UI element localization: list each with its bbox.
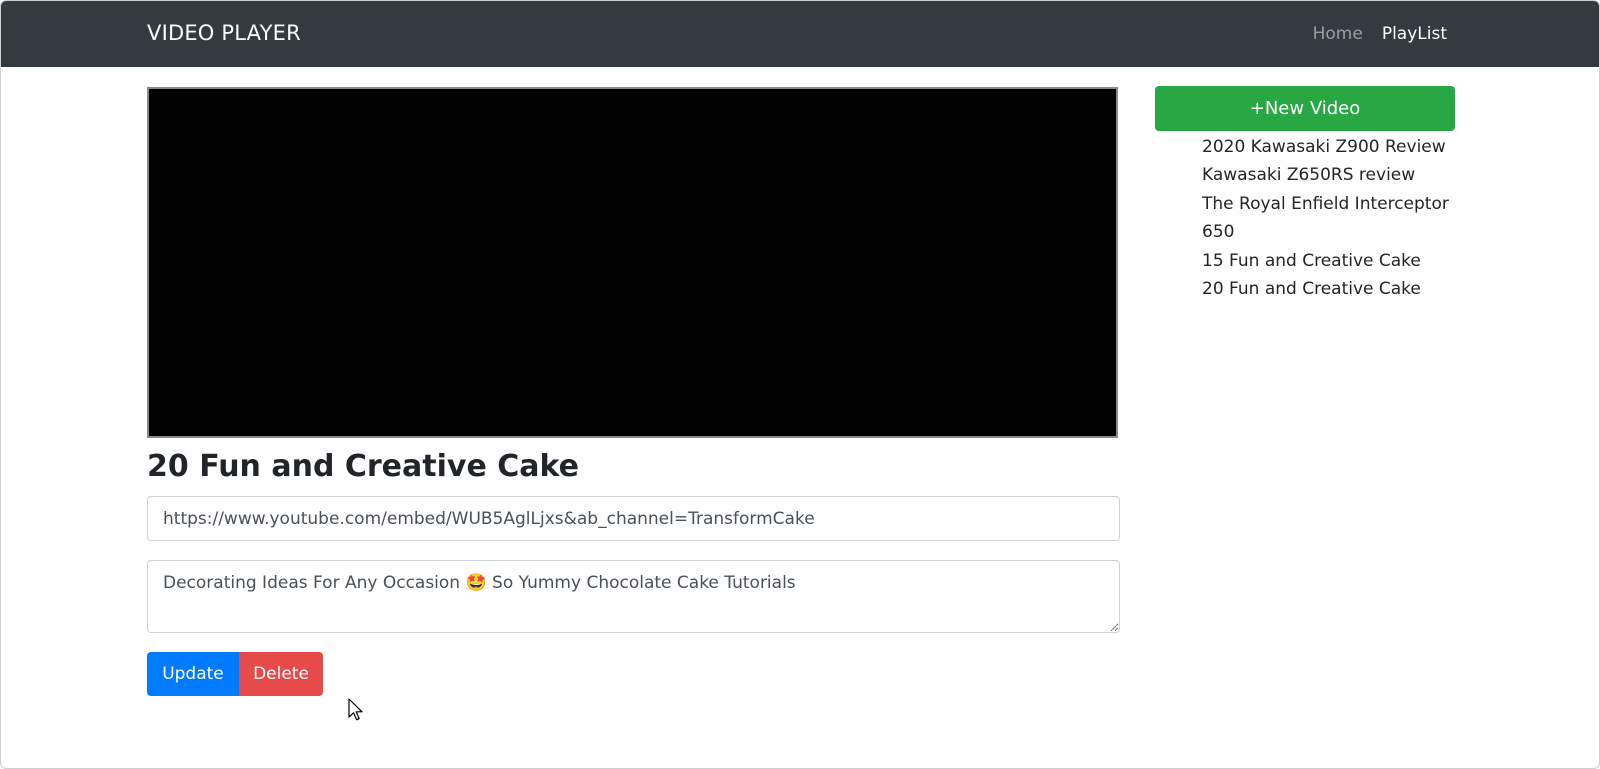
video-url-input[interactable] <box>147 496 1120 541</box>
delete-button[interactable]: Delete <box>239 652 323 696</box>
video-player[interactable] <box>147 87 1118 438</box>
playlist-item[interactable]: The Royal Enfield Interceptor 650 <box>1202 190 1462 247</box>
top-navbar: VIDEO PLAYER Home PlayList <box>1 1 1599 67</box>
nav-link-home[interactable]: Home <box>1313 24 1363 44</box>
playlist-list: 2020 Kawasaki Z900 Review Kawasaki Z650R… <box>1202 133 1462 303</box>
playlist-item[interactable]: 2020 Kawasaki Z900 Review <box>1202 133 1462 161</box>
app-window: VIDEO PLAYER Home PlayList 20 Fun and Cr… <box>0 0 1600 769</box>
playlist-item[interactable]: 15 Fun and Creative Cake <box>1202 247 1462 275</box>
video-title: 20 Fun and Creative Cake <box>147 449 579 484</box>
video-description-textarea[interactable]: Decorating Ideas For Any Occasion 🤩 So Y… <box>147 560 1120 633</box>
mouse-pointer-icon <box>348 698 363 721</box>
nav-link-playlist[interactable]: PlayList <box>1382 24 1447 44</box>
playlist-item[interactable]: 20 Fun and Creative Cake <box>1202 275 1462 303</box>
nav-links: Home PlayList <box>1313 24 1447 44</box>
brand-title[interactable]: VIDEO PLAYER <box>147 21 301 45</box>
update-button[interactable]: Update <box>147 652 239 696</box>
playlist-item[interactable]: Kawasaki Z650RS review <box>1202 161 1462 189</box>
new-video-button[interactable]: +New Video <box>1155 86 1455 131</box>
